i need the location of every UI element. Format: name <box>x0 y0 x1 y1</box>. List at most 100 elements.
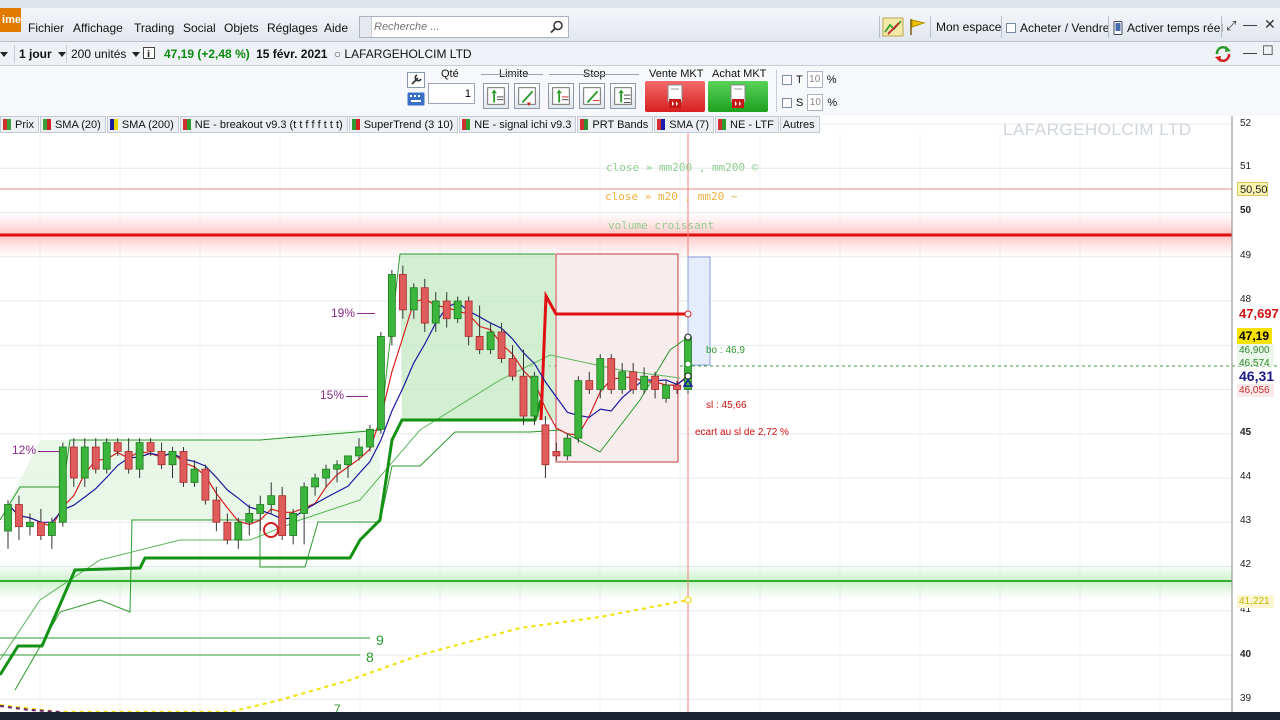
indicator-prix[interactable]: Prix <box>0 116 39 133</box>
indicator-sma7[interactable]: SMA (7) <box>654 116 715 133</box>
indicator-autres[interactable]: Autres <box>779 116 820 133</box>
stop-dot <box>684 310 692 318</box>
acheter-vendre-button[interactable]: Acheter / Vendre <box>1006 17 1109 39</box>
detach-icon[interactable]: ⤢ <box>1226 18 1236 34</box>
period-dropdown[interactable]: 1 jour <box>14 45 66 63</box>
indicator-prt-bands[interactable]: PRT Bands <box>577 116 654 133</box>
menu-reglages[interactable]: Réglages <box>267 21 318 35</box>
refresh-icon[interactable] <box>1213 44 1233 64</box>
limit-buy-button[interactable] <box>483 83 509 109</box>
temps-reel-button[interactable]: Activer temps réel <box>1113 17 1223 39</box>
stop-buy-icon <box>552 87 570 105</box>
close-icon[interactable]: ✕ <box>1264 16 1276 33</box>
keyboard-icon[interactable] <box>407 92 425 106</box>
info-icon[interactable]: i <box>143 47 155 59</box>
stop-buy-button[interactable] <box>548 83 574 109</box>
order-bar <box>0 66 1280 116</box>
candle-up <box>322 468 330 479</box>
menu-affichage[interactable]: Affichage <box>73 21 123 35</box>
phone-icon <box>1113 21 1123 35</box>
limit-sell-button[interactable] <box>514 83 540 109</box>
indicator-sma20[interactable]: SMA (20) <box>39 116 106 133</box>
stop-bracket-button[interactable] <box>610 83 636 109</box>
units-dropdown[interactable]: 200 unités <box>66 45 141 63</box>
indicator-ltf[interactable]: NE - LTF <box>715 116 779 133</box>
mon-espace-button[interactable]: Mon espace <box>936 16 1001 38</box>
pct-label-12: 12% <box>12 443 37 457</box>
temps-reel-label: Activer temps réel <box>1127 21 1224 35</box>
wrench-icon[interactable] <box>407 72 425 88</box>
bo-dot <box>684 360 692 368</box>
price-chart[interactable] <box>0 116 1280 712</box>
limit-group-line <box>481 74 543 75</box>
indicator-label: Prix <box>15 118 34 131</box>
wave-label-7: 7 <box>334 702 341 712</box>
y-tick: 39 <box>1240 693 1252 704</box>
qty-input[interactable] <box>428 83 475 104</box>
indicator-sma200[interactable]: SMA (200) <box>106 116 179 133</box>
indicator-breakout[interactable]: NE - breakout v9.3 (t t f f f t t t) <box>179 116 348 133</box>
sell-mkt-button[interactable] <box>645 81 705 112</box>
y-tick: 43 <box>1240 515 1252 526</box>
bands-swatch <box>580 119 589 130</box>
os-taskbar <box>0 712 1280 720</box>
flag-icon[interactable] <box>908 18 926 36</box>
t-value-input[interactable]: 10 <box>806 71 823 88</box>
sma7-swatch <box>657 119 666 130</box>
stop-sell-button[interactable] <box>579 83 605 109</box>
candle-up <box>574 380 583 439</box>
s-value-input[interactable]: 10 <box>807 94 824 111</box>
buy-mkt-button[interactable] <box>708 81 768 112</box>
minimize-icon[interactable]: — <box>1243 16 1257 32</box>
limit-buy-icon <box>487 87 505 105</box>
candle-down <box>201 468 210 501</box>
y-tick: 40 <box>1240 649 1252 660</box>
ltf-swatch <box>718 119 727 130</box>
chart-minimize-icon[interactable]: — <box>1243 44 1257 60</box>
indicator-label: SMA (200) <box>121 118 174 131</box>
candle-down <box>497 331 506 359</box>
y-tick: 44 <box>1240 471 1252 482</box>
buy-doc-icon <box>730 84 746 108</box>
search-icon[interactable] <box>550 20 564 34</box>
candle-up <box>168 451 177 466</box>
price-change: (+2,48 %) <box>197 47 250 61</box>
wave-label-8: 8 <box>366 649 374 665</box>
units-value: 200 unités <box>71 47 127 61</box>
menu-social[interactable]: Social <box>183 21 216 35</box>
candle-down <box>585 380 594 390</box>
sell-mkt-label: Vente MKT <box>649 68 704 80</box>
candle-up <box>662 384 670 399</box>
sell-doc-icon <box>667 84 683 108</box>
search-box[interactable] <box>359 16 569 38</box>
menu-trading[interactable]: Trading <box>134 21 174 35</box>
indicator-label: NE - breakout v9.3 (t t f f f t t t) <box>194 118 343 131</box>
menu-objets[interactable]: Objets <box>224 21 259 35</box>
qty-label: Qté <box>441 68 459 80</box>
acheter-vendre-checkbox[interactable] <box>1006 23 1016 33</box>
candle-up <box>135 442 144 470</box>
sma20-swatch <box>42 119 51 130</box>
candle-up <box>47 521 56 536</box>
s-checkbox[interactable] <box>782 97 792 108</box>
candle-up <box>377 335 385 430</box>
left-caret-icon[interactable] <box>0 47 10 61</box>
menu-aide[interactable]: Aide <box>324 21 348 35</box>
pencil-chart-icon[interactable] <box>882 17 904 37</box>
instrument-name: LAFARGEHOLCIM LTD <box>344 47 472 61</box>
t-checkbox[interactable] <box>782 74 792 85</box>
candle-up <box>355 446 363 457</box>
limit-sell-icon <box>518 87 536 107</box>
trailing-t-row: T 10 % <box>782 71 837 88</box>
chart-maximize-icon[interactable]: ☐ <box>1262 43 1274 59</box>
candle-down <box>146 442 155 452</box>
search-input[interactable] <box>374 18 549 36</box>
menu-fichier[interactable]: Fichier <box>28 21 64 35</box>
indicator-supertrend[interactable]: SuperTrend (3 10) <box>348 116 459 133</box>
note-mm200: close » mm200 , mm200 © <box>606 161 759 174</box>
indicator-signal-ichi[interactable]: NE - signal ichi v9.3 <box>459 116 577 133</box>
sma-dot <box>684 372 692 380</box>
candle-down <box>508 358 517 377</box>
candle-up <box>387 274 396 337</box>
candle-up <box>58 446 67 523</box>
